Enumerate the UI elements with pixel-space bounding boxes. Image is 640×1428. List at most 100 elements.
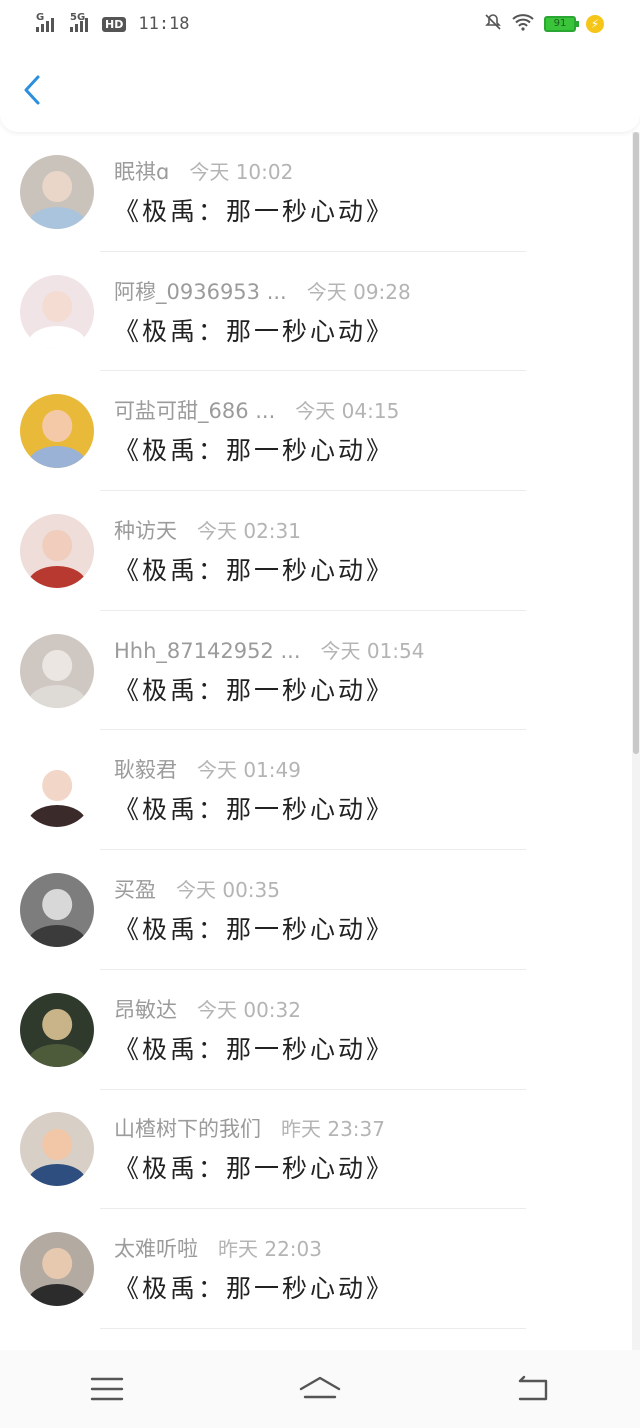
timestamp: 今天 01:49 [197,758,301,783]
username[interactable]: 可盐可甜_686 ... [114,395,275,425]
comment-text: 《极禹：那一秒心动》 [114,914,395,944]
timestamp: 今天 09:28 [306,279,411,304]
avatar[interactable] [20,154,94,229]
comment-header: 耿毅君 今天 01:49 [114,754,626,784]
avatar-body [28,206,86,229]
battery-icon: 91 [544,16,579,32]
status-left: G 5G HD 11:18 [36,12,190,34]
scrollbar-thumb[interactable] [633,132,639,754]
avatar-body [28,924,86,947]
timestamp: 昨天 23:37 [281,1117,385,1142]
comment-meta: 眠祺ɑ 今天 10:02 《极禹：那一秒心动》 [114,156,626,228]
username[interactable]: 种访天 [114,515,177,545]
username[interactable]: 耿毅君 [114,754,177,784]
list-item[interactable]: 买盈 今天 00:35 《极禹：那一秒心动》 [0,850,626,970]
home-icon [299,1376,341,1399]
comment-text: 《极禹：那一秒心动》 [114,555,395,585]
screen: G 5G HD 11:18 91 ⚡ 眠祺ɑ 今天 10:02 《极禹：那一秒心… [0,0,640,1428]
list-item[interactable]: 太难听啦 昨天 22:03 《极禹：那一秒心动》 [0,1209,626,1329]
avatar[interactable] [20,753,94,828]
timestamp: 今天 01:54 [320,638,425,663]
avatar[interactable] [20,394,94,469]
comment-meta: 耿毅君 今天 01:49 《极禹：那一秒心动》 [114,754,626,826]
avatar[interactable] [20,633,94,708]
timestamp: 今天 00:32 [197,997,301,1022]
comment-text: 《极禹：那一秒心动》 [114,1274,395,1304]
return-button[interactable] [503,1369,563,1409]
comment-meta: 山楂树下的我们 昨天 23:37 《极禹：那一秒心动》 [114,1113,626,1185]
username[interactable]: 买盈 [114,874,156,904]
comment-meta: 阿穆_0936953 ... 今天 09:28 《极禹：那一秒心动》 [114,276,626,348]
username[interactable]: 昂敏达 [114,994,177,1024]
comment-text: 《极禹：那一秒心动》 [114,675,395,705]
list-item[interactable]: 眠祺ɑ 今天 10:02 《极禹：那一秒心动》 [0,132,626,252]
comment-header: 种访天 今天 02:31 [114,515,626,545]
back-button[interactable] [22,70,52,110]
list-item[interactable]: 可盐可甜_686 ... 今天 04:15 《极禹：那一秒心动》 [0,371,626,491]
username[interactable]: 眠祺ɑ [114,156,169,186]
avatar-body [28,565,86,588]
signal-1-icon: G [36,12,54,32]
comment-header: Hhh_87142952 ... 今天 01:54 [114,635,626,665]
comment-meta: 可盐可甜_686 ... 今天 04:15 《极禹：那一秒心动》 [114,395,626,467]
status-right: 91 ⚡ [484,13,604,36]
list-item[interactable]: 耿毅君 今天 01:49 《极禹：那一秒心动》 [0,730,626,850]
comment-header: 可盐可甜_686 ... 今天 04:15 [114,395,626,425]
avatar[interactable] [20,872,94,947]
comment-header: 买盈 今天 00:35 [114,874,626,904]
menu-button[interactable] [77,1369,137,1409]
hd-badge: HD [102,16,127,32]
signal-2-icon: 5G [70,12,88,32]
comment-meta: 种访天 今天 02:31 《极禹：那一秒心动》 [114,515,626,587]
username[interactable]: 阿穆_0936953 ... [114,276,287,306]
comment-text: 《极禹：那一秒心动》 [114,196,395,226]
return-icon [519,1375,548,1401]
avatar-face [42,889,72,921]
list-item[interactable]: 阿穆_0936953 ... 今天 09:28 《极禹：那一秒心动》 [0,252,626,372]
avatar[interactable] [20,1112,94,1187]
comment-text: 《极禹：那一秒心动》 [114,795,395,825]
avatar[interactable] [20,274,94,349]
avatar-body [28,326,86,349]
avatar[interactable] [20,992,94,1067]
comment-meta: 太难听啦 昨天 22:03 《极禹：那一秒心动》 [114,1233,626,1305]
avatar[interactable] [20,513,94,588]
avatar[interactable] [20,1232,94,1307]
status-time: 11:18 [138,14,190,34]
comment-header: 山楂树下的我们 昨天 23:37 [114,1113,626,1143]
avatar-face [42,1128,72,1160]
list-item[interactable]: 种访天 今天 02:31 《极禹：那一秒心动》 [0,491,626,611]
mute-icon [484,13,502,36]
timestamp: 今天 02:31 [197,518,301,543]
timestamp: 今天 04:15 [295,399,400,424]
system-nav-bar [0,1350,640,1428]
signal-1-label: G [36,12,45,23]
username[interactable]: 太难听啦 [114,1233,198,1263]
signal-2-label: 5G [70,12,86,23]
comment-text: 《极禹：那一秒心动》 [114,316,395,346]
comment-text: 《极禹：那一秒心动》 [114,1154,395,1184]
list-item[interactable]: Hhh_87142952 ... 今天 01:54 《极禹：那一秒心动》 [0,611,626,731]
menu-icon [90,1377,123,1401]
charging-icon: ⚡ [586,15,604,33]
header [0,48,640,132]
comment-list[interactable]: 眠祺ɑ 今天 10:02 《极禹：那一秒心动》 阿穆_0936953 ... 今天 09… [0,132,626,1350]
comment-meta: 买盈 今天 00:35 《极禹：那一秒心动》 [114,874,626,946]
home-button[interactable] [290,1369,350,1409]
list-item[interactable]: 昂敏达 今天 00:32 《极禹：那一秒心动》 [0,970,626,1090]
avatar-body [28,1044,86,1067]
avatar-body [28,446,86,469]
comment-header: 眠祺ɑ 今天 10:02 [114,156,626,186]
timestamp: 今天 10:02 [189,159,294,184]
username[interactable]: 山楂树下的我们 [114,1113,261,1143]
avatar-face [42,290,72,322]
list-item[interactable]: 山楂树下的我们 昨天 23:37 《极禹：那一秒心动》 [0,1090,626,1210]
wifi-icon [512,13,534,36]
comment-header: 阿穆_0936953 ... 今天 09:28 [114,276,626,306]
chevron-left-icon [24,75,40,105]
scrollbar[interactable] [632,132,640,1350]
avatar-body [28,1283,86,1307]
username[interactable]: Hhh_87142952 ... [114,639,301,663]
avatar-body [28,1164,86,1187]
comment-text: 《极禹：那一秒心动》 [114,1034,395,1064]
